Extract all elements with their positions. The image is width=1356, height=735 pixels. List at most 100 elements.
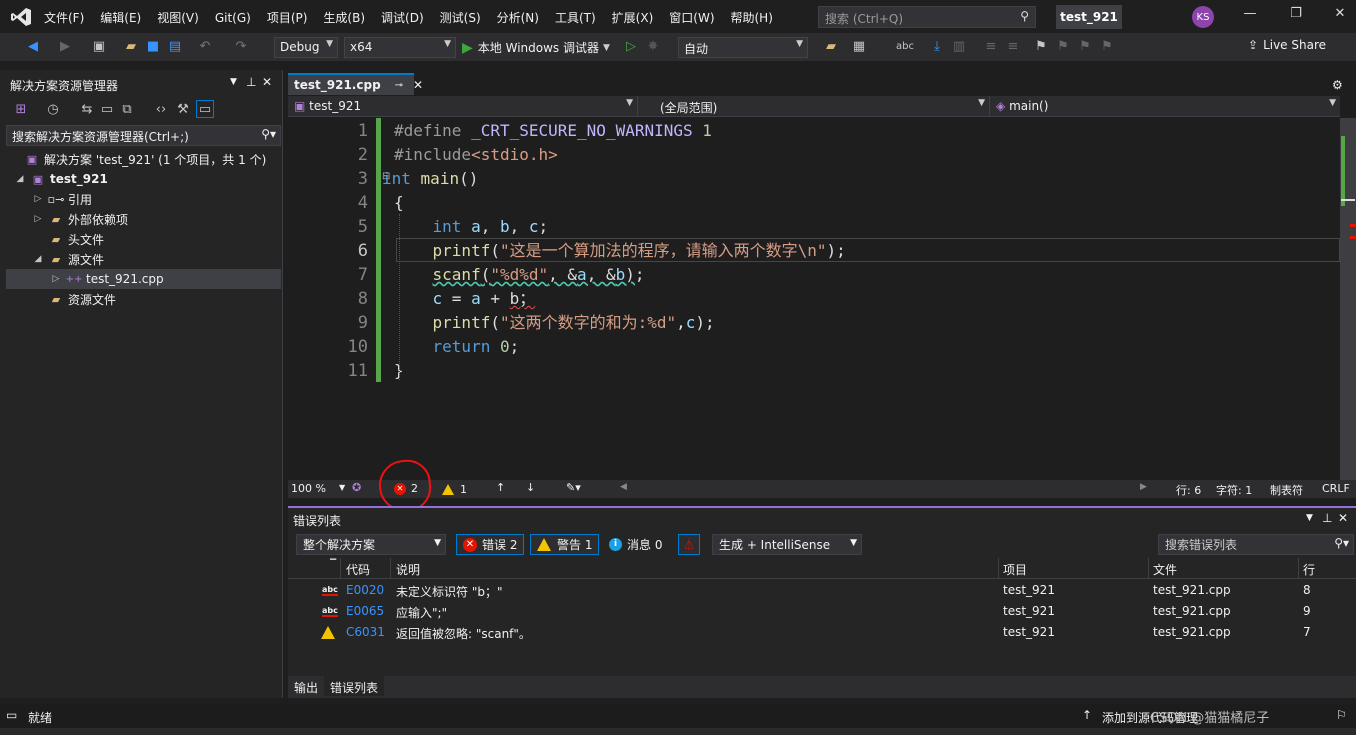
tree-item-project[interactable]: ◢ ▣ test_921 [14,169,108,189]
intellicode-icon[interactable]: ✪ [352,481,361,494]
global-scope-select[interactable]: (全局范围) ▼ [638,96,990,117]
spell-check-icon[interactable]: abc [896,38,914,56]
project-name-badge[interactable]: test_921 [1056,5,1122,29]
menu-help[interactable]: 帮助(H) [723,9,781,26]
tree-item-source-files[interactable]: ◢ ▰ 源文件 [32,249,104,269]
switch-views-icon[interactable]: ⊞ [12,101,30,119]
pin-icon[interactable]: ⊥ [246,75,256,89]
next-issue-icon[interactable]: ↓ [526,481,535,494]
solution-search-input[interactable]: 搜索解决方案资源管理器(Ctrl+;) ⚲▾ [6,125,281,146]
undo-icon[interactable]: ↶ [196,38,214,56]
sort-icon[interactable]: ▔ [330,559,336,568]
save-all-icon[interactable]: ▤ [166,38,184,56]
show-all-files-icon[interactable]: ⧉ [118,101,136,119]
step-icon[interactable]: ⤓ [928,38,946,56]
redo-icon[interactable]: ↷ [232,38,250,56]
scroll-right-icon[interactable]: ▶ [1140,482,1147,492]
menu-file[interactable]: 文件(F) [36,9,92,26]
header-description[interactable]: 说明 [396,561,420,578]
previous-issue-icon[interactable]: ↑ [496,481,505,494]
build-filter-select[interactable]: 生成 + IntelliSense ▼ [712,534,862,555]
table-row[interactable]: C6031 返回值被忽略: "scanf"。 test_921 test_921… [288,622,1356,643]
tab-test-921-cpp[interactable]: test_921.cpp ⊸ ✕ [288,73,423,95]
table-row[interactable]: abc E0065 应输入";" test_921 test_921.cpp 9 [288,601,1356,622]
indent-mode[interactable]: 制表符 [1270,482,1303,498]
panel-dropdown-icon[interactable]: ▼ [1306,513,1313,523]
code-editor[interactable]: 1 2 3 4 5 6 7 8 9 10 11 ⊟ #define _CRT_S… [288,118,1340,480]
line-ending[interactable]: CRLF [1322,482,1350,495]
filter-icon[interactable]: ⏃ [678,534,700,555]
global-search-input[interactable]: 搜索 (Ctrl+Q) ⚲ [818,6,1036,28]
preview-icon[interactable]: ▭ [196,100,214,118]
avatar[interactable]: KS [1192,6,1214,28]
menu-debug[interactable]: 调试(D) [373,9,432,26]
header-file[interactable]: 文件 [1153,561,1177,578]
next-bookmark-icon[interactable]: ⚑ [1076,38,1094,56]
zoom-level[interactable]: 100 % [291,482,326,495]
collapse-all-icon[interactable]: ▭ [98,101,116,119]
chevron-down-icon[interactable]: ▼ [339,483,345,492]
start-without-debugging-icon[interactable]: ▷ [622,38,640,56]
expanded-arrow-icon[interactable]: ◢ [32,254,44,264]
config-select[interactable]: Debug ▼ [274,37,338,58]
forward-icon[interactable]: ▶ [56,38,74,56]
solution-config-select[interactable]: 自动 ▼ [678,37,808,58]
header-line[interactable]: 行 [1303,561,1315,578]
save-icon[interactable]: ■ [144,38,162,56]
code-view-icon[interactable]: ‹› [152,101,170,119]
header-code[interactable]: 代码 [346,561,370,578]
collapsed-arrow-icon[interactable]: ▷ [32,194,44,204]
menu-git[interactable]: Git(G) [207,11,259,25]
start-debugging-button[interactable]: ▶ 本地 Windows 调试器 ▼ [462,37,610,58]
error-list-search-input[interactable]: 搜索错误列表 ⚲▾ [1158,534,1354,555]
menu-analyze[interactable]: 分析(N) [489,9,547,26]
tree-item-cpp-file[interactable]: ▷ ++ test_921.cpp [6,269,281,289]
sync-icon[interactable]: ⇆ [78,101,96,119]
bookmark-icon[interactable]: ⚑ [1032,38,1050,56]
tab-error-list[interactable]: 错误列表 [324,676,385,696]
close-panel-icon[interactable]: ✕ [1338,511,1348,525]
error-code-link[interactable]: C6031 [346,625,385,639]
tree-item-references[interactable]: ▷ ▫⊸ 引用 [32,189,92,209]
tab-output[interactable]: 输出 [288,676,324,696]
browse-folder-icon[interactable]: ▰ [822,38,840,56]
platform-select[interactable]: x64 ▼ [344,37,456,58]
member-select[interactable]: ◈ main() ▼ [990,96,1340,117]
properties-icon[interactable]: ⚒ [174,101,192,119]
open-file-icon[interactable]: ▰ [122,38,140,56]
error-code-link[interactable]: E0020 [346,583,384,597]
tree-item-external-deps[interactable]: ▷ ▰ 外部依赖项 [32,209,128,229]
warnings-filter-button[interactable]: 警告 1 [530,534,600,555]
header-project[interactable]: 项目 [1003,561,1027,578]
minimize-icon[interactable]: — [1238,6,1262,26]
prev-bookmark-icon[interactable]: ⚑ [1054,38,1072,56]
scope-select[interactable]: 整个解决方案 ▼ [296,534,446,555]
tree-item-resource-files[interactable]: ▰ 资源文件 [32,289,116,309]
close-panel-icon[interactable]: ✕ [262,75,272,89]
warning-count-indicator[interactable]: 1 [442,483,467,496]
panel-dropdown-icon[interactable]: ▼ [230,77,237,87]
comment-icon[interactable]: ▥ [950,38,968,56]
expanded-arrow-icon[interactable]: ◢ [14,174,26,184]
collapsed-arrow-icon[interactable]: ▷ [32,214,44,224]
menu-view[interactable]: 视图(V) [149,9,207,26]
outdent-icon[interactable]: ≡ [1004,38,1022,56]
up-arrow-icon[interactable]: ↑ [1082,708,1092,722]
menu-window[interactable]: 窗口(W) [661,9,722,26]
pin-tab-icon[interactable]: ⊸ [395,80,403,91]
menu-build[interactable]: 生成(B) [315,9,373,26]
menu-project[interactable]: 项目(P) [259,9,316,26]
live-share-button[interactable]: ⇪ Live Share [1248,38,1326,52]
settings-icon[interactable]: ⚙ [1332,78,1343,92]
close-window-icon[interactable]: ✕ [1328,6,1352,26]
new-project-icon[interactable]: ▣ [90,38,108,56]
scroll-left-icon[interactable]: ◀ [620,482,627,492]
back-icon[interactable]: ◀ [24,38,42,56]
errors-filter-button[interactable]: ✕ 错误 2 [456,534,525,555]
menu-edit[interactable]: 编辑(E) [92,9,149,26]
hot-reload-icon[interactable]: ✸ [644,38,662,56]
notifications-icon[interactable]: ⚐ [1336,708,1347,722]
cleanup-icon[interactable]: ✎▾ [566,481,581,494]
project-scope-select[interactable]: ▣ test_921 ▼ [288,96,638,117]
messages-filter-button[interactable]: i 消息 0 [602,534,669,555]
